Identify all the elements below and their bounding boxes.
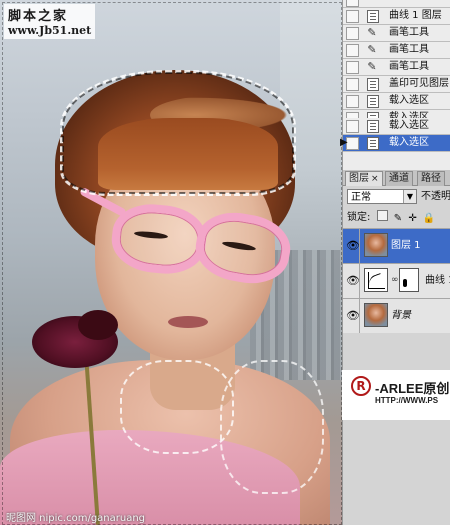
curves-adjustment-icon: [364, 268, 388, 292]
history-item-label: 盖印可见图层: [389, 78, 449, 89]
lock-row: 锁定: ✎ ✛ 🔒 填: [347, 210, 450, 225]
layer-thumbnail: [364, 233, 388, 257]
history-snapshot-checkbox[interactable]: [346, 10, 359, 23]
history-item-selected[interactable]: ▶ 载入选区: [340, 135, 450, 152]
history-item-label: 载入选区: [389, 137, 429, 148]
lock-all-icon[interactable]: 🔒: [423, 212, 435, 224]
opacity-label: 不透明: [421, 191, 450, 202]
tab-layers[interactable]: 图层 ×: [345, 171, 383, 186]
lock-transparent-icon[interactable]: [376, 210, 388, 221]
document-icon: [367, 120, 379, 133]
eye-icon[interactable]: 👁: [346, 309, 360, 322]
brush-icon: ✎: [367, 26, 377, 39]
history-item[interactable]: 盖印可见图层: [343, 76, 450, 93]
history-snapshot-checkbox[interactable]: [346, 61, 359, 74]
image-canvas[interactable]: 脚本之家 www.Jb51.net 昵图网 nipic.com/ganaruan…: [0, 0, 342, 525]
tab-layers-label: 图层: [349, 173, 369, 184]
layers-panel-tabs: 图层 × 通道 路径: [343, 170, 450, 186]
document-icon: [367, 95, 379, 108]
watermark-site-url: www.Jb51.net: [8, 24, 92, 37]
history-item-label: 画笔工具: [389, 44, 429, 55]
history-snapshot-checkbox[interactable]: [346, 95, 359, 108]
blend-mode-value: 正常: [351, 192, 371, 203]
history-snapshot-checkbox[interactable]: [346, 44, 359, 57]
tab-paths-label: 路径: [421, 173, 441, 184]
close-icon[interactable]: ×: [371, 174, 379, 184]
stamp-url: HTTP://WWW.PS: [375, 396, 439, 405]
tab-channels-label: 通道: [389, 173, 409, 184]
history-item-label: 画笔工具: [389, 27, 429, 38]
panel-gap: [343, 152, 450, 171]
layer-row-curves[interactable]: 👁 ∞ 曲线 1: [343, 263, 450, 298]
layer-row-background[interactable]: 👁 背景: [343, 298, 450, 333]
blend-mode-select[interactable]: 正常 ▼: [347, 189, 417, 204]
history-item-label: 画笔工具: [389, 61, 429, 72]
history-item-partial[interactable]: [343, 0, 450, 8]
brush-icon: ✎: [367, 60, 377, 73]
watermark-site-name: 脚本之家: [8, 9, 69, 24]
document-icon: [367, 137, 379, 150]
author-stamp: R -ARLEE原创 HTTP://WWW.PS: [342, 370, 450, 420]
layer-separator: [359, 299, 360, 333]
history-item[interactable]: ✎ 画笔工具: [343, 59, 450, 76]
link-chain-icon[interactable]: ∞: [391, 275, 399, 285]
layer-mask-thumbnail[interactable]: [399, 268, 419, 292]
photo-mouth: [168, 316, 208, 328]
eye-icon[interactable]: 👁: [346, 274, 360, 287]
document-icon: [367, 10, 379, 23]
history-item-label: 载入选区: [389, 120, 429, 131]
eye-icon[interactable]: 👁: [346, 239, 360, 252]
layer-name: 背景: [391, 310, 411, 321]
registered-mark-icon: R: [351, 376, 371, 396]
lock-pixels-brush-icon[interactable]: ✎: [394, 212, 402, 224]
layer-separator: [359, 264, 360, 298]
stamp-name: -ARLEE原创: [375, 381, 450, 396]
history-item[interactable]: 载入选区: [343, 93, 450, 110]
lock-position-move-icon[interactable]: ✛: [408, 212, 416, 224]
history-snapshot-checkbox[interactable]: [346, 120, 359, 133]
history-item[interactable]: ✎ 画笔工具: [343, 25, 450, 42]
layer-thumbnail: [364, 303, 388, 327]
history-snapshot-checkbox[interactable]: [346, 27, 359, 40]
history-snapshot-checkbox[interactable]: [346, 78, 359, 91]
lock-label: 锁定:: [347, 212, 371, 223]
history-snapshot-checkbox[interactable]: [346, 0, 359, 7]
tab-paths[interactable]: 路径: [417, 171, 445, 186]
layer-row-layer1[interactable]: 👁 图层 1: [343, 228, 450, 263]
tab-channels[interactable]: 通道: [385, 171, 413, 186]
watermark-bottom: 昵图网 nipic.com/ganaruang: [6, 513, 146, 524]
history-state-arrow-icon: ▶: [340, 137, 348, 148]
layer-separator: [359, 229, 360, 263]
photo-flower-bud: [78, 310, 118, 340]
history-item[interactable]: 曲线 1 图层: [343, 8, 450, 25]
brush-icon: ✎: [367, 43, 377, 56]
history-item[interactable]: ✎ 画笔工具: [343, 42, 450, 59]
watermark-top: 脚本之家 www.Jb51.net: [4, 4, 96, 39]
history-item-label: 曲线 1 图层: [389, 10, 442, 21]
chevron-down-icon[interactable]: ▼: [403, 190, 416, 203]
history-item[interactable]: 载入选区: [343, 118, 450, 135]
photo-bangs: [98, 118, 278, 190]
document-icon: [367, 78, 379, 91]
history-panel: 曲线 1 图层 ✎ 画笔工具 ✎ 画笔工具 ✎ 画笔工具 盖印可见图层 载入选区…: [340, 0, 450, 152]
layer-name: 图层 1: [391, 240, 421, 251]
history-item-label: 载入选区: [389, 95, 429, 106]
panel-empty-area: [342, 420, 450, 525]
layer-name: 曲线 1: [425, 275, 450, 286]
